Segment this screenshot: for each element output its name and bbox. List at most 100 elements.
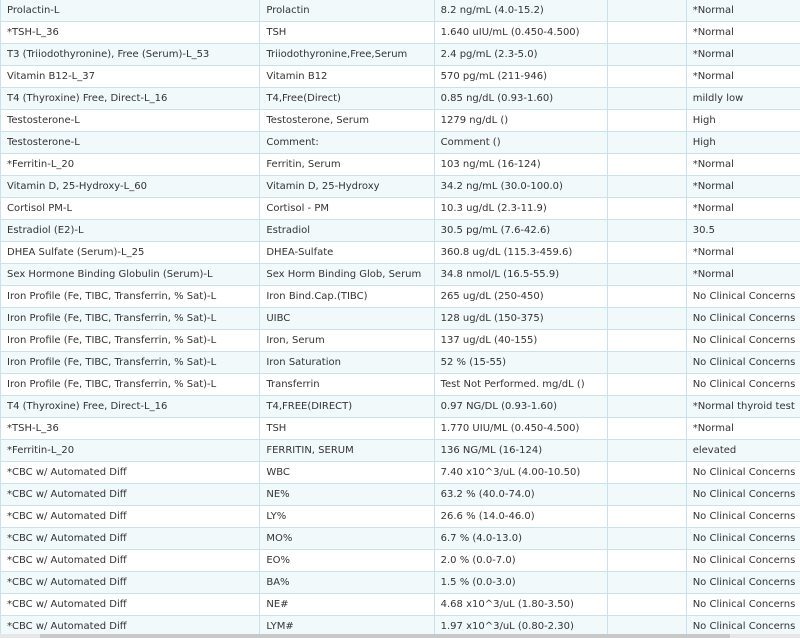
test-panel-cell: *CBC w/ Automated Diff <box>0 571 261 594</box>
test-panel-cell: *Ferritin-L_20 <box>0 439 261 462</box>
comment-cell: No Clinical Concerns <box>685 549 800 572</box>
result-value-cell: 30.5 pg/mL (7.6-42.6) <box>433 219 608 242</box>
comment-cell: *Normal <box>685 417 800 440</box>
test-name-cell: NE% <box>259 483 435 506</box>
table-row: *CBC w/ Automated Diff MO% 6.7 % (4.0-13.0… <box>0 527 800 550</box>
test-panel-cell: Vitamin B12-L_37 <box>0 65 261 88</box>
table-row: *CBC w/ Automated Diff NE% 63.2 % (40.0-74… <box>0 483 800 506</box>
flag-cell <box>606 549 687 572</box>
test-name-cell: DHEA-Sulfate <box>259 241 435 264</box>
comment-cell: 30.5 <box>685 219 800 242</box>
flag-cell <box>606 65 687 88</box>
test-name-cell: Iron Saturation <box>259 351 435 374</box>
result-value-cell: 7.40 x10^3/uL (4.00-10.50) <box>433 461 608 484</box>
test-panel-cell: *CBC w/ Automated Diff <box>0 593 261 616</box>
flag-cell <box>606 395 687 418</box>
test-panel-cell: *CBC w/ Automated Diff <box>0 549 261 572</box>
flag-cell <box>606 87 687 110</box>
table-row: Estradiol (E2)-L Estradiol 30.5 pg/mL (7.6… <box>0 219 800 242</box>
test-name-cell: Ferritin, Serum <box>259 153 435 176</box>
comment-cell: No Clinical Concerns <box>685 285 800 308</box>
test-panel-cell: Vitamin D, 25-Hydroxy-L_60 <box>0 175 261 198</box>
table-row: Vitamin D, 25-Hydroxy-L_60 Vitamin D, 25-… <box>0 175 800 198</box>
lab-results-body: Prolactin-L Prolactin 8.2 ng/mL (4.0-15.2)… <box>0 0 800 638</box>
comment-cell: No Clinical Concerns <box>685 351 800 374</box>
comment-cell: High <box>685 109 800 132</box>
flag-cell <box>606 417 687 440</box>
result-value-cell: 10.3 ug/dL (2.3-11.9) <box>433 197 608 220</box>
test-panel-cell: Iron Profile (Fe, TIBC, Transferrin, % S… <box>0 329 261 352</box>
test-name-cell: WBC <box>259 461 435 484</box>
comment-cell: *Normal <box>685 263 800 286</box>
result-value-cell: 0.97 NG/DL (0.93-1.60) <box>433 395 608 418</box>
table-row: *TSH-L_36 TSH 1.640 uIU/mL (0.450-4.500) *N… <box>0 21 800 44</box>
flag-cell <box>606 593 687 616</box>
comment-cell: No Clinical Concerns <box>685 593 800 616</box>
test-panel-cell: *CBC w/ Automated Diff <box>0 483 261 506</box>
table-row: *TSH-L_36 TSH 1.770 UIU/ML (0.450-4.500) *N… <box>0 417 800 440</box>
result-value-cell: 26.6 % (14.0-46.0) <box>433 505 608 528</box>
test-panel-cell: Iron Profile (Fe, TIBC, Transferrin, % S… <box>0 285 261 308</box>
comment-cell: *Normal <box>685 65 800 88</box>
test-name-cell: Testosterone, Serum <box>259 109 435 132</box>
test-panel-cell: Iron Profile (Fe, TIBC, Transferrin, % S… <box>0 373 261 396</box>
table-row: Iron Profile (Fe, TIBC, Transferrin, % S… <box>0 285 800 308</box>
test-name-cell: FERRITIN, SERUM <box>259 439 435 462</box>
test-name-cell: Vitamin B12 <box>259 65 435 88</box>
comment-cell: *Normal <box>685 197 800 220</box>
flag-cell <box>606 0 687 22</box>
result-value-cell: 128 ug/dL (150-375) <box>433 307 608 330</box>
table-row: Cortisol PM-L Cortisol - PM 10.3 ug/dL (2.… <box>0 197 800 220</box>
result-value-cell: 570 pg/mL (211-946) <box>433 65 608 88</box>
test-name-cell: Sex Horm Binding Glob, Serum <box>259 263 435 286</box>
test-name-cell: Transferrin <box>259 373 435 396</box>
table-row: T4 (Thyroxine) Free, Direct-L_16 T4,FREE(… <box>0 395 800 418</box>
comment-cell: *Normal <box>685 241 800 264</box>
scrollbar-thumb[interactable] <box>40 634 730 638</box>
comment-cell: No Clinical Concerns <box>685 571 800 594</box>
test-panel-cell: *TSH-L_36 <box>0 417 261 440</box>
result-value-cell: 103 ng/mL (16-124) <box>433 153 608 176</box>
table-row: Testosterone-L Comment: Comment () High <box>0 131 800 154</box>
comment-cell: No Clinical Concerns <box>685 329 800 352</box>
table-row: *CBC w/ Automated Diff NE# 4.68 x10^3/uL (… <box>0 593 800 616</box>
table-row: Prolactin-L Prolactin 8.2 ng/mL (4.0-15.2)… <box>0 0 800 22</box>
test-panel-cell: Iron Profile (Fe, TIBC, Transferrin, % S… <box>0 307 261 330</box>
comment-cell: High <box>685 131 800 154</box>
test-name-cell: MO% <box>259 527 435 550</box>
horizontal-scrollbar[interactable] <box>0 634 800 638</box>
table-row: *CBC w/ Automated Diff BA% 1.5 % (0.0-3.0)… <box>0 571 800 594</box>
table-row: Testosterone-L Testosterone, Serum 1279 ng… <box>0 109 800 132</box>
flag-cell <box>606 285 687 308</box>
comment-cell: No Clinical Concerns <box>685 483 800 506</box>
table-row: *Ferritin-L_20 FERRITIN, SERUM 136 NG/ML (… <box>0 439 800 462</box>
result-value-cell: 52 % (15-55) <box>433 351 608 374</box>
flag-cell <box>606 21 687 44</box>
flag-cell <box>606 571 687 594</box>
flag-cell <box>606 505 687 528</box>
flag-cell <box>606 439 687 462</box>
test-panel-cell: *TSH-L_36 <box>0 21 261 44</box>
comment-cell: *Normal <box>685 153 800 176</box>
test-name-cell: LY% <box>259 505 435 528</box>
flag-cell <box>606 131 687 154</box>
test-name-cell: Iron, Serum <box>259 329 435 352</box>
flag-cell <box>606 527 687 550</box>
comment-cell: No Clinical Concerns <box>685 307 800 330</box>
lab-results-view: Prolactin-L Prolactin 8.2 ng/mL (4.0-15.2)… <box>0 0 800 638</box>
test-name-cell: Cortisol - PM <box>259 197 435 220</box>
result-value-cell: 265 ug/dL (250-450) <box>433 285 608 308</box>
test-name-cell: TSH <box>259 417 435 440</box>
table-row: T4 (Thyroxine) Free, Direct-L_16 T4,Free(… <box>0 87 800 110</box>
table-row: *CBC w/ Automated Diff EO% 2.0 % (0.0-7.0)… <box>0 549 800 572</box>
comment-cell: No Clinical Concerns <box>685 461 800 484</box>
flag-cell <box>606 153 687 176</box>
result-value-cell: 1279 ng/dL () <box>433 109 608 132</box>
test-name-cell: NE# <box>259 593 435 616</box>
test-panel-cell: Cortisol PM-L <box>0 197 261 220</box>
flag-cell <box>606 175 687 198</box>
table-row: *Ferritin-L_20 Ferritin, Serum 103 ng/mL (… <box>0 153 800 176</box>
table-row: Iron Profile (Fe, TIBC, Transferrin, % S… <box>0 329 800 352</box>
test-panel-cell: Prolactin-L <box>0 0 261 22</box>
comment-cell: *Normal <box>685 175 800 198</box>
